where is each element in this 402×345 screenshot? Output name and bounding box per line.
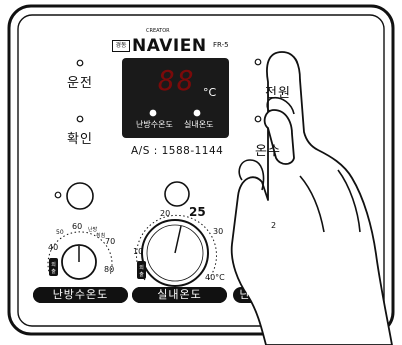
water-subtick-50: 50 [56,229,64,236]
mode-water-label: 난방수온도 [136,120,173,129]
power-button[interactable] [270,53,298,81]
mode-room-label: 실내온도 [184,120,214,129]
room-temperature-knob[interactable] [142,220,208,286]
room-mode-button[interactable] [165,182,189,206]
maker-tag: 경동 [112,40,130,52]
water-tick-70: 70 [105,237,116,246]
model-text: FR-5 [213,41,229,49]
check-label[interactable]: 확인 [67,128,93,147]
led-water [149,109,157,117]
room-tick-20: 20 [160,209,171,218]
power-operate-label[interactable]: 운전 [67,72,93,91]
brand-logo: NAVIEN [132,36,207,56]
water-dial-label: 난방수온도 [33,287,128,303]
water-temperature-knob[interactable] [62,245,96,279]
third-dial-label: 난 [239,288,251,301]
temperature-digits: 88 [158,64,196,97]
room-tick-25: 25 [189,205,206,219]
temperature-unit: °C [203,86,217,99]
service-number: A/S : 1588-1144 [131,145,224,157]
third-tick-2: 2 [271,221,277,230]
room-tick-40: 40°C [205,273,225,282]
water-tick-60: 60 [72,222,83,231]
hot-water-label[interactable]: 온수 [255,140,281,159]
led-room [193,109,201,117]
hot-water-button[interactable] [269,109,297,137]
room-tick-30: 30 [213,227,224,236]
water-away-badge: 외출 [51,262,56,275]
power-label[interactable]: 전원 [265,82,291,101]
water-subtick-sleep: 취침 [96,233,106,239]
creator-text: CREATOR [146,28,170,34]
water-tick-80: 80 [104,265,115,274]
water-mode-button[interactable] [67,183,93,209]
water-tick-40: 40 [48,243,59,252]
room-dial-label: 실내온도 [132,287,227,303]
